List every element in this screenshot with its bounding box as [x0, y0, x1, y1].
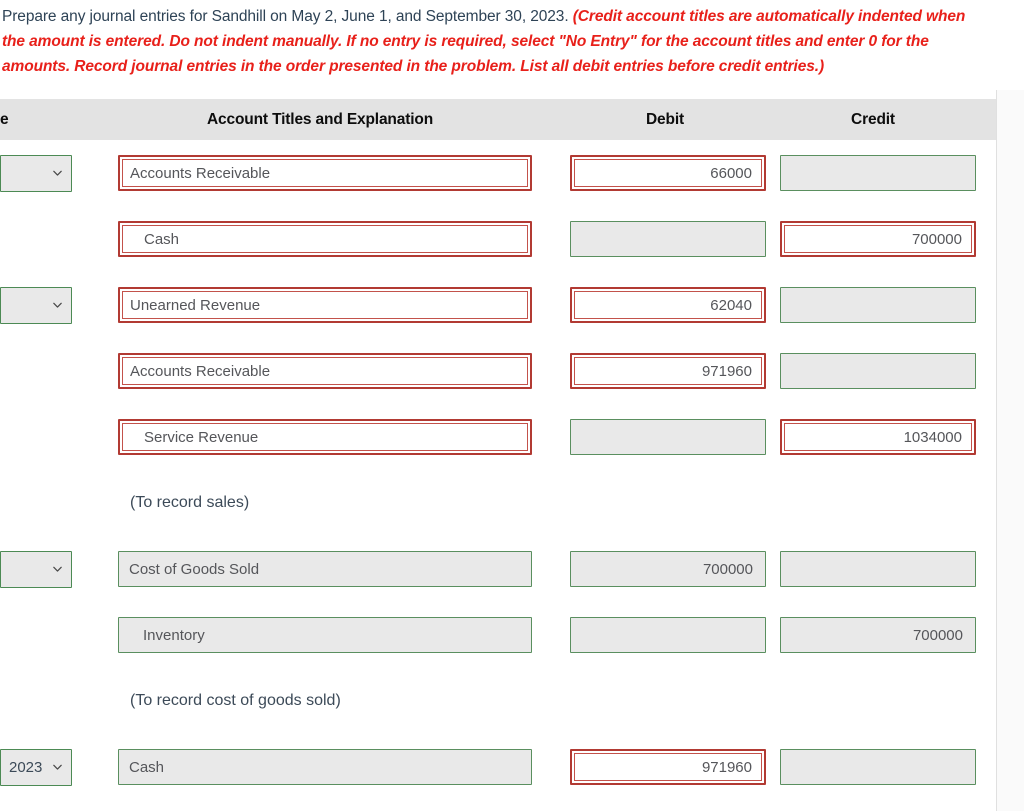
- debit-amount-input[interactable]: [570, 221, 766, 257]
- instructions-lead: Prepare any journal entries for Sandhill…: [2, 8, 573, 25]
- column-header-date: e: [0, 110, 9, 128]
- table-row: Accounts Receivable 66000: [0, 140, 996, 206]
- cell-debit: [562, 617, 772, 653]
- debit-amount-input[interactable]: [570, 617, 766, 653]
- debit-amount-input[interactable]: [570, 419, 766, 455]
- debit-amount-input[interactable]: 971960: [570, 749, 766, 785]
- cell-credit: 1034000: [772, 419, 996, 455]
- cell-debit: 62040: [562, 287, 772, 323]
- table-row: Accounts Receivable 971960: [0, 338, 996, 404]
- date-select[interactable]: [0, 154, 72, 192]
- debit-amount-input[interactable]: 971960: [570, 353, 766, 389]
- account-title-input[interactable]: Accounts Receivable: [118, 155, 532, 191]
- account-title-input[interactable]: Cost of Goods Sold: [118, 551, 532, 587]
- chevron-down-icon: [53, 764, 62, 770]
- account-title-input[interactable]: Cash: [118, 221, 532, 257]
- gutter-top-spacer: [996, 0, 1024, 90]
- table-row: Service Revenue 1034000: [0, 404, 996, 470]
- cell-debit: [562, 221, 772, 257]
- table-body: Accounts Receivable 66000 Cash 700000 Unearn…: [0, 140, 996, 811]
- column-header-debit: Debit: [645, 110, 684, 128]
- cell-date: [0, 286, 110, 324]
- debit-amount-input[interactable]: 62040: [570, 287, 766, 323]
- cell-account: Accounts Receivable: [110, 155, 562, 191]
- table-caption-row: (To record sales): [0, 470, 996, 536]
- cell-credit: 700000: [772, 221, 996, 257]
- cell-credit: [772, 287, 996, 323]
- credit-amount-input[interactable]: [780, 155, 976, 191]
- account-title-input[interactable]: Unearned Revenue: [118, 287, 532, 323]
- cell-account: Cost of Goods Sold: [110, 551, 562, 587]
- cell-credit: 700000: [772, 617, 996, 653]
- cell-debit: 66000: [562, 155, 772, 191]
- cell-account: Service Revenue: [110, 419, 562, 455]
- credit-amount-input[interactable]: 700000: [780, 221, 976, 257]
- vertical-scroll-gutter[interactable]: [996, 0, 1024, 811]
- account-title-input[interactable]: Cash: [118, 749, 532, 785]
- cell-credit: [772, 749, 996, 785]
- table-row: Inventory 700000: [0, 602, 996, 668]
- account-title-input[interactable]: Service Revenue: [118, 419, 532, 455]
- journal-entry-table: e Account Titles and Explanation Debit C…: [0, 99, 996, 811]
- chevron-down-icon: [53, 170, 62, 176]
- cell-credit: [772, 155, 996, 191]
- table-caption-row: (To record cost of goods sold): [0, 668, 996, 734]
- debit-amount-input[interactable]: 66000: [570, 155, 766, 191]
- cell-account: Accounts Receivable: [110, 353, 562, 389]
- account-title-input[interactable]: Accounts Receivable: [118, 353, 532, 389]
- cell-debit: 971960: [562, 749, 772, 785]
- journal-entry-page: Prepare any journal entries for Sandhill…: [0, 0, 1024, 811]
- cell-debit: 700000: [562, 551, 772, 587]
- credit-amount-input[interactable]: [780, 749, 976, 785]
- date-select[interactable]: [0, 550, 72, 588]
- credit-amount-input[interactable]: 700000: [780, 617, 976, 653]
- cell-date: 2023: [0, 748, 110, 786]
- table-row: Cash 700000: [0, 206, 996, 272]
- cell-date: [0, 154, 110, 192]
- table-row: 2023 Cash 971960: [0, 734, 996, 800]
- account-title-input[interactable]: Inventory: [118, 617, 532, 653]
- chevron-down-icon: [53, 302, 62, 308]
- column-header-account: Account Titles and Explanation: [206, 110, 434, 128]
- entry-caption: (To record sales): [130, 494, 250, 511]
- cell-account: Cash: [110, 221, 562, 257]
- date-select-value: 2023: [9, 758, 43, 776]
- entry-caption: (To record cost of goods sold): [130, 692, 341, 709]
- date-select[interactable]: 2023: [0, 748, 72, 786]
- credit-amount-input[interactable]: [780, 353, 976, 389]
- table-row: Accounts Receivable909920: [0, 800, 996, 811]
- column-header-credit: Credit: [851, 110, 895, 128]
- chevron-down-icon: [53, 566, 62, 572]
- cell-debit: [562, 419, 772, 455]
- cell-account: Cash: [110, 749, 562, 785]
- instructions-text: Prepare any journal entries for Sandhill…: [0, 4, 990, 79]
- cell-account: (To record sales): [110, 494, 562, 512]
- credit-amount-input[interactable]: [780, 287, 976, 323]
- table-header-row: e Account Titles and Explanation Debit C…: [0, 99, 996, 140]
- credit-amount-input[interactable]: 1034000: [780, 419, 976, 455]
- cell-credit: [772, 551, 996, 587]
- cell-account: (To record cost of goods sold): [110, 692, 562, 710]
- date-select[interactable]: [0, 286, 72, 324]
- credit-amount-input[interactable]: [780, 551, 976, 587]
- cell-debit: 971960: [562, 353, 772, 389]
- cell-date: [0, 550, 110, 588]
- table-row: Unearned Revenue 62040: [0, 272, 996, 338]
- table-row: Cost of Goods Sold 700000: [0, 536, 996, 602]
- cell-credit: [772, 353, 996, 389]
- cell-account: Inventory: [110, 617, 562, 653]
- debit-amount-input[interactable]: 700000: [570, 551, 766, 587]
- cell-account: Unearned Revenue: [110, 287, 562, 323]
